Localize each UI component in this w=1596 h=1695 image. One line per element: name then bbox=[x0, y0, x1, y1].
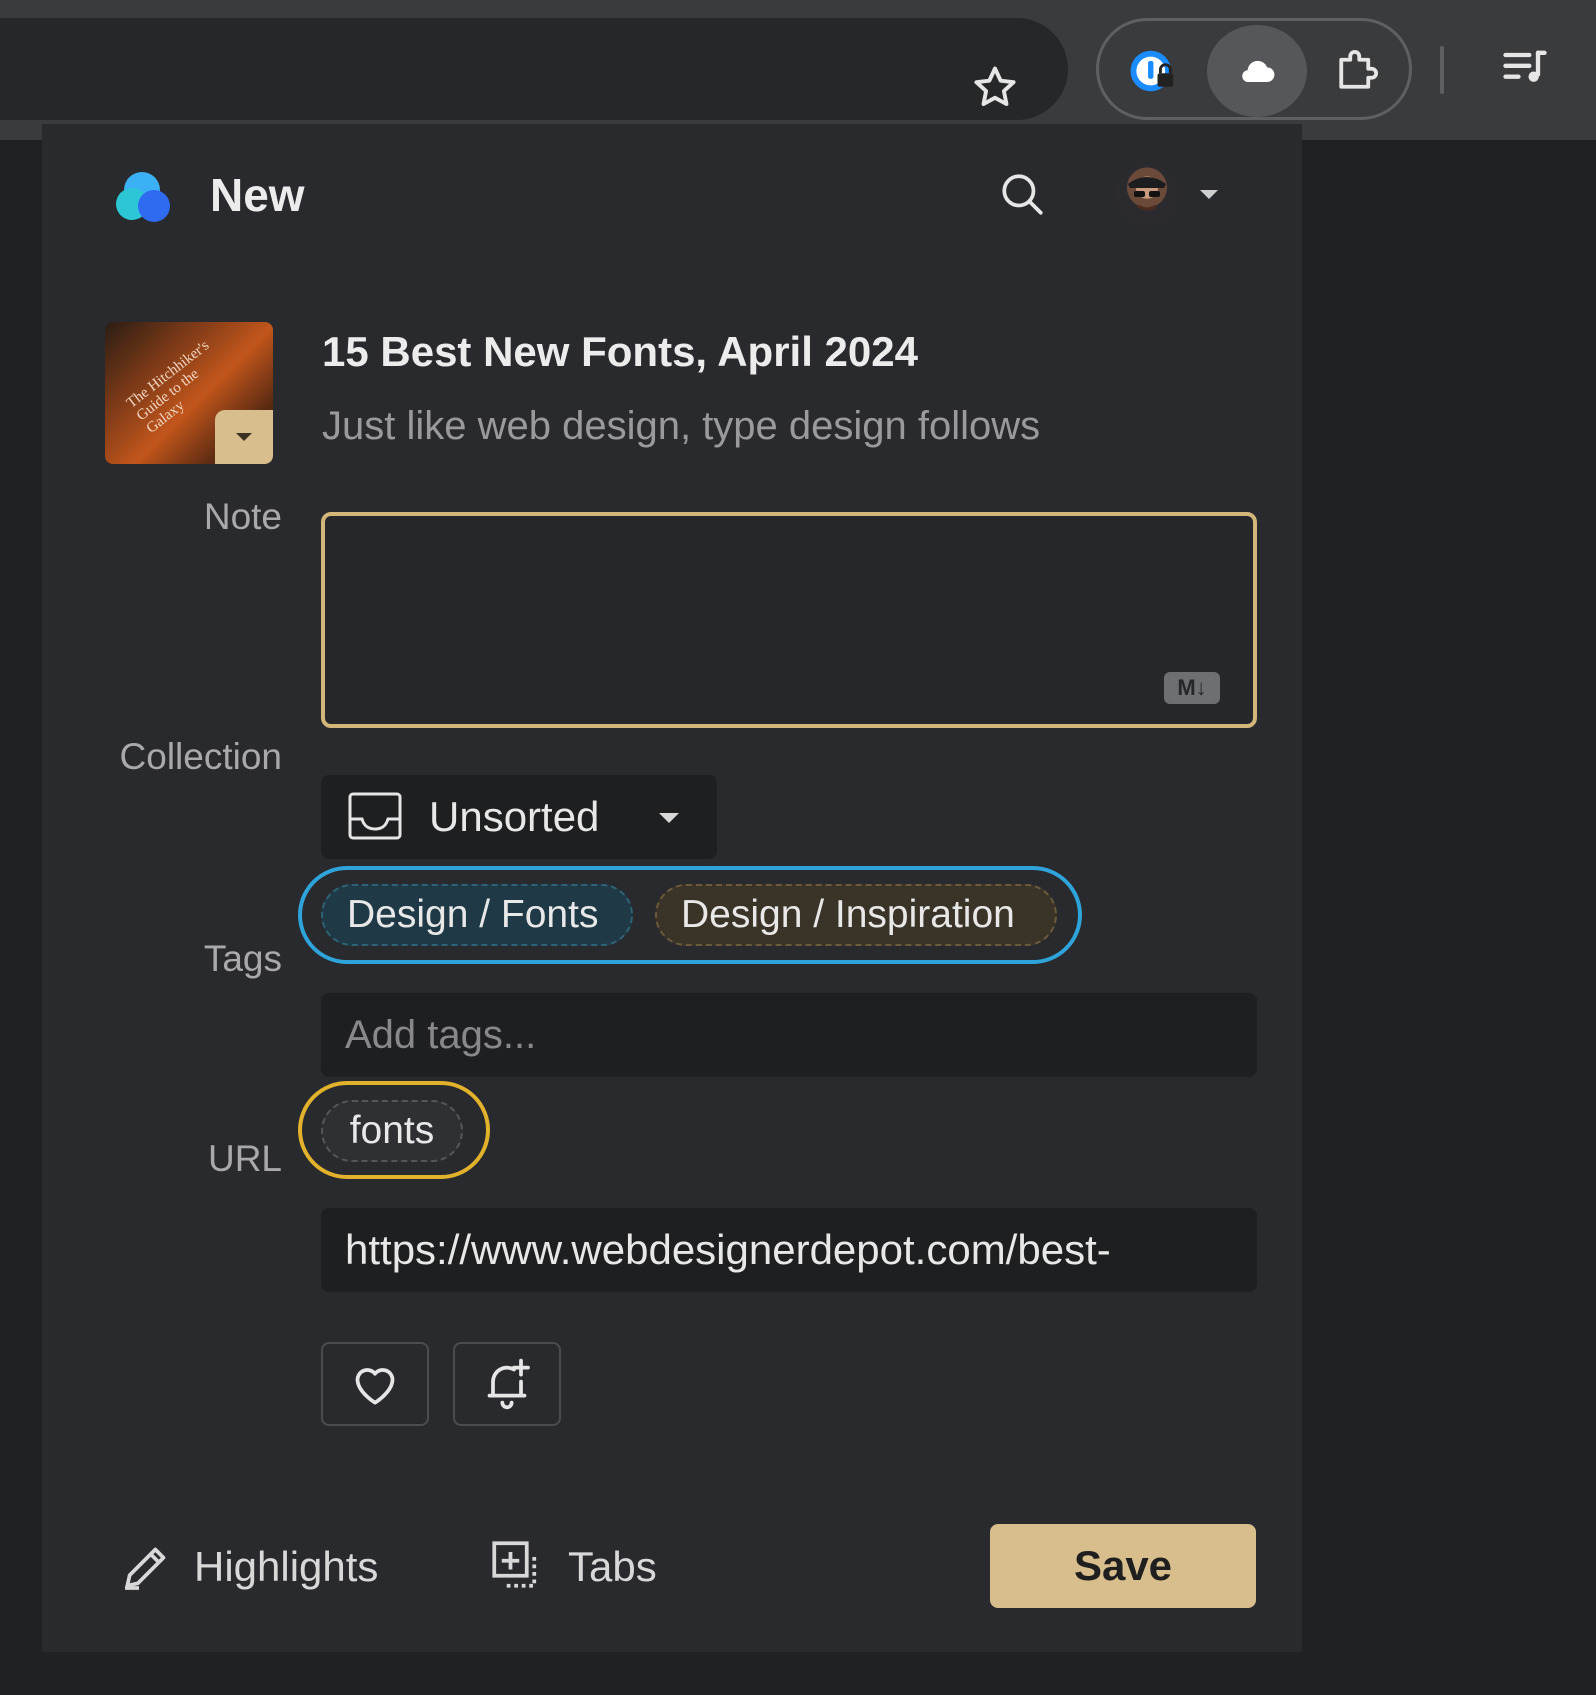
address-bar[interactable] bbox=[0, 18, 1068, 120]
item-thumbnail: The Hitchhiker's Guide to the Galaxy bbox=[105, 322, 273, 464]
account-menu-chevron-down-icon[interactable] bbox=[1200, 190, 1218, 199]
pencil-icon bbox=[125, 1547, 166, 1590]
collection-label: Collection bbox=[119, 736, 282, 777]
suggested-tag-chip[interactable]: fonts bbox=[321, 1100, 463, 1162]
collection-value: Unsorted bbox=[429, 793, 600, 840]
password-manager-icon[interactable] bbox=[1103, 25, 1203, 117]
note-textarea[interactable] bbox=[321, 512, 1257, 728]
raindrop-cloud-icon[interactable] bbox=[1207, 25, 1307, 117]
add-tabs-icon bbox=[492, 1541, 537, 1588]
save-button[interactable]: Save bbox=[990, 1524, 1256, 1608]
media-control-icon[interactable] bbox=[1490, 36, 1560, 100]
chevron-down-icon bbox=[236, 433, 252, 441]
thumbnail-options-button[interactable] bbox=[215, 410, 273, 464]
extensions-group bbox=[1096, 18, 1412, 120]
tags-input[interactable] bbox=[321, 993, 1257, 1077]
raindrop-logo-icon bbox=[112, 168, 176, 224]
raindrop-popup: New The Hitchhiker's Guide to the Galaxy… bbox=[42, 124, 1302, 1652]
markdown-icon: M↓ bbox=[1164, 672, 1220, 704]
page-title: New bbox=[210, 169, 305, 221]
heart-icon bbox=[355, 1368, 395, 1405]
tags-label: Tags bbox=[203, 938, 282, 979]
item-excerpt[interactable]: Just like web design, type design follow… bbox=[322, 404, 1040, 449]
url-label: URL bbox=[207, 1138, 282, 1179]
suggested-collection-chip[interactable]: Design / Fonts bbox=[321, 884, 633, 946]
highlights-label: Highlights bbox=[194, 1543, 379, 1590]
collection-select[interactable]: Unsorted bbox=[321, 775, 717, 859]
tabs-button[interactable]: Tabs bbox=[488, 1532, 657, 1602]
chevron-down-icon bbox=[659, 813, 679, 823]
note-label: Note bbox=[203, 496, 282, 537]
favorite-button[interactable] bbox=[321, 1342, 429, 1426]
toolbar-divider bbox=[1440, 46, 1444, 94]
highlights-button[interactable]: Highlights bbox=[118, 1532, 378, 1602]
bell-plus-icon bbox=[487, 1358, 530, 1410]
url-input[interactable] bbox=[321, 1208, 1257, 1292]
tabs-label: Tabs bbox=[568, 1543, 657, 1590]
bookmark-star-icon[interactable] bbox=[960, 56, 1030, 120]
extensions-puzzle-icon[interactable] bbox=[1307, 25, 1407, 117]
browser-toolbar bbox=[0, 0, 1596, 140]
user-avatar[interactable] bbox=[1116, 164, 1178, 226]
add-reminder-button[interactable] bbox=[453, 1342, 561, 1426]
inbox-icon bbox=[348, 792, 402, 840]
suggested-collection-chip[interactable]: Design / Inspiration bbox=[655, 884, 1057, 946]
item-title[interactable]: 15 Best New Fonts, April 2024 bbox=[322, 328, 918, 376]
search-icon[interactable] bbox=[994, 166, 1050, 222]
